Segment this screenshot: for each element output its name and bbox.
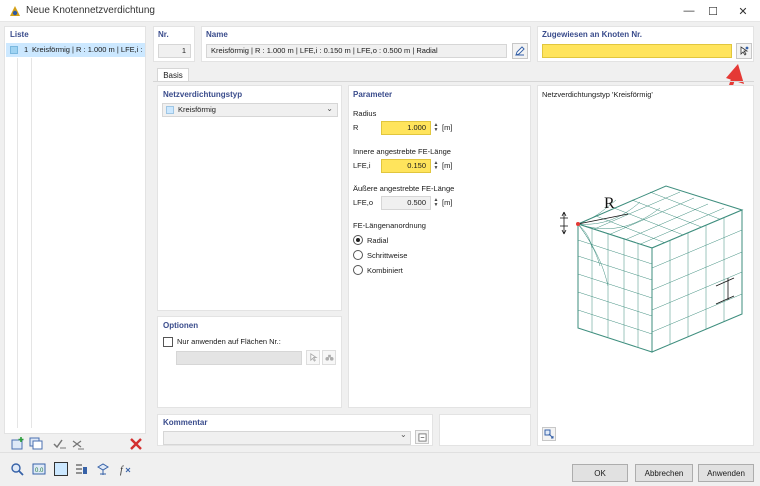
close-icon[interactable]: ✕ [726,0,760,22]
comment-panel: Kommentar ⌄ [157,414,433,446]
radio-indicator [353,265,363,275]
cancel-button[interactable]: Abbrechen [635,464,693,482]
radius-title: Radius [353,109,377,118]
list-item-number: 1 [24,45,29,54]
number-panel: Nr. 1 [153,26,195,62]
name-panel: Name Kreisförmig | R : 1.000 m | LFE,i :… [201,26,531,62]
units-icon[interactable]: 0.0 [32,462,46,476]
assigned-nodes-field[interactable] [542,44,732,58]
radius-unit: [m] [442,123,453,132]
options-header: Optionen [163,321,199,330]
radio-indicator [353,250,363,260]
radius-symbol: R [353,123,359,132]
radius-input[interactable]: 1.000 [381,121,431,135]
title-bar: Neue Knotennetzverdichtung — ☐ ✕ [0,0,760,22]
outer-length-spinner[interactable]: ▲ ▼ [432,196,440,210]
model-icon[interactable] [96,462,110,476]
dialog-body: Liste 1 Kreisförmig | R : 1.000 m | LFE,… [0,22,760,486]
outer-length-input[interactable]: 0.500 [381,196,431,210]
assigned-label: Zugewiesen an Knoten Nr. [542,30,643,39]
apply-to-surfaces-label: Nur anwenden auf Flächen Nr.: [177,337,281,346]
list-header: Liste [10,30,29,39]
radio-indicator [353,235,363,245]
radio-radial[interactable]: Radial [353,235,473,247]
outer-length-unit: [m] [442,198,453,207]
svg-text:0.0: 0.0 [35,468,44,474]
app-icon [8,4,22,18]
inner-length-spinner[interactable]: ▲ ▼ [432,159,440,173]
ok-button[interactable]: OK [572,464,628,482]
radio-schrittweise-label: Schrittweise [367,251,408,260]
type-header: Netzverdichtungstyp [163,90,243,99]
comment-header: Kommentar [163,418,208,427]
chevron-down-icon: ⌄ [326,104,333,113]
delete-icon[interactable] [128,436,144,452]
empty-panel [439,414,531,446]
footer-divider [0,452,760,453]
view-options-icon[interactable] [542,427,556,441]
assigned-panel: Zugewiesen an Knoten Nr. [537,26,754,62]
radio-kombiniert[interactable]: Kombiniert [353,265,473,277]
color-swatch [10,46,18,54]
outer-length-title: Äußere angestrebte FE-Länge [353,184,455,193]
chevron-down-icon[interactable]: ⌄ [400,430,407,439]
list-item-label: Kreisförmig | R : 1.000 m | LFE,i : 0.1 [32,45,144,54]
type-select[interactable]: Kreisförmig ⌄ [162,103,338,117]
mesh-illustration: R [560,185,744,353]
view-icon[interactable] [74,462,88,476]
list-guide [17,58,18,428]
pick-surface-icon [306,350,320,365]
number-label: Nr. [158,30,169,39]
inner-length-symbol: LFE,i [353,161,371,170]
pick-node-icon[interactable] [736,43,752,59]
maximize-icon[interactable]: ☐ [696,0,730,22]
surfaces-field [176,351,302,365]
uncheck-all-icon[interactable] [70,436,86,452]
parameter-header: Parameter [353,90,393,99]
list-item[interactable]: 1 Kreisförmig | R : 1.000 m | LFE,i : 0.… [6,43,145,57]
radio-radial-label: Radial [367,236,389,245]
apply-to-surfaces-checkbox[interactable]: Nur anwenden auf Flächen Nr.: [163,336,333,348]
window-title: Neue Knotennetzverdichtung [26,5,155,16]
binoculars-icon [322,350,336,365]
radio-schrittweise[interactable]: Schrittweise [353,250,473,262]
name-field[interactable]: Kreisförmig | R : 1.000 m | LFE,i : 0.15… [206,44,507,58]
formula-icon[interactable]: f [118,462,132,476]
color-icon[interactable] [54,462,68,476]
type-color-swatch [166,106,174,114]
name-label: Name [206,30,228,39]
outer-length-symbol: LFE,o [353,198,374,207]
list-guide [31,58,32,428]
inner-length-unit: [m] [442,161,453,170]
comment-edit-icon[interactable] [415,430,429,444]
inner-length-title: Innere angestrebte FE-Länge [353,147,451,156]
radio-kombiniert-label: Kombiniert [367,266,403,275]
search-icon[interactable] [10,462,24,476]
number-field[interactable]: 1 [158,44,191,58]
copy-icon[interactable] [28,436,44,452]
comment-field[interactable] [163,431,411,445]
type-panel: Netzverdichtungstyp Kreisförmig ⌄ [157,85,342,311]
type-select-value: Kreisförmig [178,105,216,114]
parameter-panel: Parameter Radius R 1.000 ▲ ▼ [m] Innere a… [348,85,531,408]
preview-title: Netzverdichtungstyp 'Kreisförmig' [542,90,653,99]
arrangement-title: FE-Längenanordnung [353,221,426,230]
edit-icon[interactable] [512,43,528,59]
inner-length-input[interactable]: 0.150 [381,159,431,173]
tab-basis[interactable]: Basis [157,68,189,82]
tab-underline [153,81,754,82]
svg-text:f: f [120,465,124,476]
preview-panel: Netzverdichtungstyp 'Kreisförmig' R [537,85,754,446]
new-icon[interactable] [10,436,26,452]
radius-label: R [604,195,615,212]
check-all-icon[interactable] [52,436,68,452]
list-panel: Liste 1 Kreisförmig | R : 1.000 m | LFE,… [4,26,146,434]
checkbox-box [163,337,173,347]
options-panel: Optionen Nur anwenden auf Flächen Nr.: [157,316,342,408]
radius-spinner[interactable]: ▲ ▼ [432,121,440,135]
apply-button[interactable]: Anwenden [698,464,754,482]
